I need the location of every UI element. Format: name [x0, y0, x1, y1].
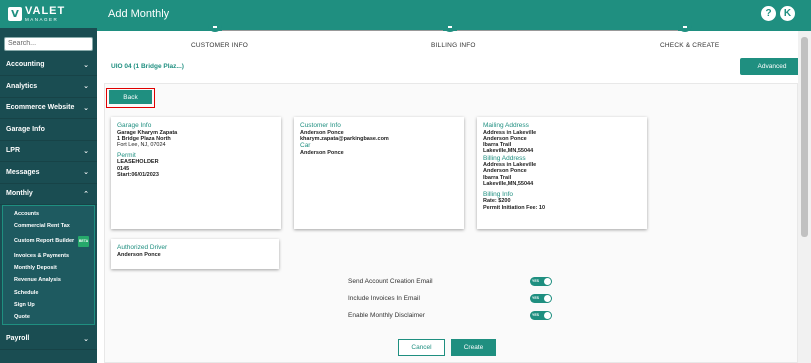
- advanced-button[interactable]: Advanced: [740, 58, 804, 75]
- toggle-label-send-email: Send Account Creation Email: [348, 278, 433, 285]
- help-icon[interactable]: ?: [761, 6, 776, 21]
- submenu-item-quote[interactable]: Quote: [3, 311, 94, 323]
- toggle-label-include-invoices: Include Invoices In Email: [348, 295, 420, 302]
- customer-info-card: Customer Info Anderson Ponce kharym.zapa…: [294, 117, 464, 229]
- submenu-item-invoices-payments[interactable]: Invoices & Payments: [3, 250, 94, 262]
- logo-text: VALET: [25, 4, 66, 17]
- authorized-driver-title: Authorized Driver: [117, 244, 168, 251]
- submenu-item-accounts[interactable]: Accounts: [3, 208, 94, 220]
- logo-icon: V: [8, 7, 22, 21]
- app-logo[interactable]: V VALET MANAGER: [0, 0, 97, 28]
- sidebar-item-lpr[interactable]: LPR ⌄: [0, 141, 97, 162]
- chevron-down-icon: ⌄: [83, 82, 89, 91]
- sidebar-item-monthly[interactable]: Monthly ⌃: [0, 184, 97, 205]
- submenu-item-sign-up[interactable]: Sign Up: [3, 299, 94, 311]
- vertical-scrollbar[interactable]: [798, 31, 811, 363]
- monthly-submenu: Accounts Commercial Rent Tax Custom Repo…: [2, 205, 95, 326]
- submenu-item-commercial-rent-tax[interactable]: Commercial Rent Tax: [3, 220, 94, 232]
- billing-address-title: Billing Address: [483, 154, 526, 162]
- cancel-button[interactable]: Cancel: [398, 339, 445, 356]
- address-card: Mailing Address Address in Lakeville And…: [477, 117, 647, 229]
- submenu-item-monthly-deposit[interactable]: Monthly Deposit: [3, 262, 94, 274]
- include-invoices-toggle[interactable]: YES: [530, 294, 552, 303]
- sidebar-item-garage-info[interactable]: Garage Info: [0, 119, 97, 141]
- stepper-connector: [222, 30, 443, 31]
- permit-title: Permit: [117, 151, 136, 159]
- chevron-up-icon: ⌃: [83, 189, 89, 198]
- search-input[interactable]: [4, 36, 93, 51]
- garage-selector[interactable]: UIO 04 (1 Bridge Plaz...): [111, 63, 184, 70]
- mailing-address-title: Mailing Address: [483, 122, 529, 129]
- back-button[interactable]: Back: [109, 90, 152, 104]
- toggle-label-monthly-disclaimer: Enable Monthly Disclaimer: [348, 312, 425, 319]
- garage-info-title: Garage Info: [117, 122, 152, 129]
- submenu-item-schedule[interactable]: Schedule: [3, 286, 94, 298]
- car-title: Car: [300, 142, 311, 150]
- send-email-toggle[interactable]: YES: [530, 277, 552, 286]
- sidebar-item-ecommerce[interactable]: Ecommerce Website ⌄: [0, 98, 97, 119]
- user-avatar[interactable]: K: [780, 6, 795, 21]
- sidebar-item-messages[interactable]: Messages ⌄: [0, 162, 97, 184]
- submenu-item-revenue-analysis[interactable]: Revenue Analysis: [3, 274, 94, 286]
- submenu-item-custom-report-builder[interactable]: Custom Report Builder BETA: [3, 233, 94, 250]
- step-label-billing-info: BILLING INFO: [431, 42, 476, 49]
- stepper-connector: [457, 30, 678, 31]
- logo-subtext: MANAGER: [25, 16, 59, 22]
- sidebar: V VALET MANAGER Accounting ⌄ Analytics ⌄…: [0, 0, 97, 363]
- sidebar-item-accounting[interactable]: Accounting ⌄: [0, 55, 97, 76]
- authorized-driver-card: Authorized Driver Anderson Ponce: [111, 239, 279, 269]
- chevron-down-icon: ⌄: [83, 334, 89, 343]
- step-label-check-create: CHECK & CREATE: [660, 42, 720, 49]
- monthly-disclaimer-toggle[interactable]: YES: [530, 311, 552, 320]
- beta-badge: BETA: [78, 235, 89, 247]
- page-title: Add Monthly: [108, 8, 170, 20]
- chevron-down-icon: ⌄: [83, 168, 89, 177]
- chevron-down-icon: ⌄: [83, 60, 89, 69]
- customer-info-title: Customer Info: [300, 122, 341, 129]
- sidebar-item-analytics[interactable]: Analytics ⌄: [0, 76, 97, 98]
- billing-info-title: Billing Info: [483, 190, 513, 198]
- step-label-customer-info: CUSTOMER INFO: [191, 42, 249, 49]
- create-button[interactable]: Create: [451, 339, 496, 356]
- sidebar-item-payroll[interactable]: Payroll ⌄: [0, 328, 97, 350]
- chevron-down-icon: ⌄: [83, 103, 89, 112]
- chevron-down-icon: ⌄: [83, 146, 89, 155]
- garage-info-card: Garage Info Garage Kharym Zapata 1 Bridg…: [111, 117, 281, 229]
- scroll-thumb[interactable]: [801, 37, 808, 237]
